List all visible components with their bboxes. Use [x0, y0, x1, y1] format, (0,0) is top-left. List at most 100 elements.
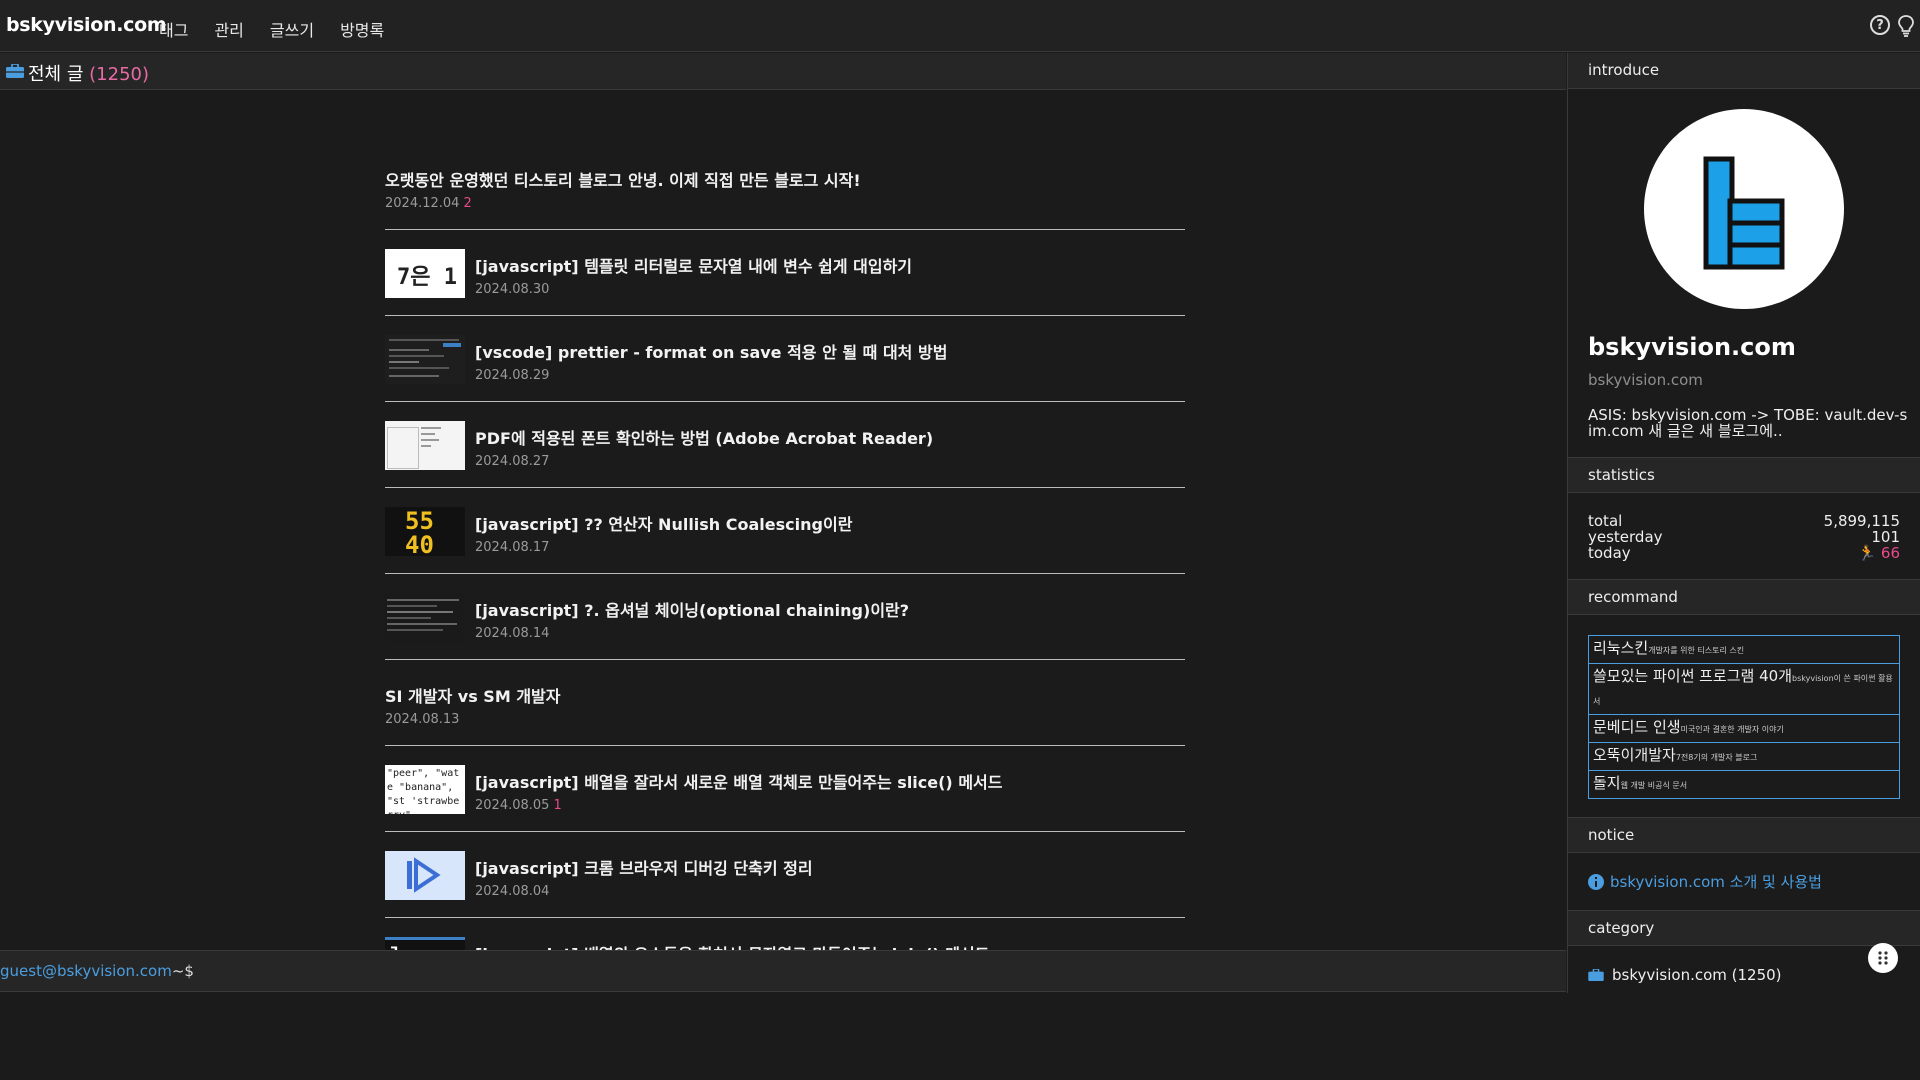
recommand-item-note: 7전8기의 개발자 블로그 [1675, 753, 1758, 762]
profile-name: bskyvision.com [1588, 333, 1796, 361]
recommand-item-note: 미국인과 결혼한 개발자 이야기 [1680, 725, 1784, 734]
stat-today: today 🏃 66 [1568, 545, 1920, 561]
stat-today-value: 66 [1880, 544, 1900, 562]
post-thumbnail[interactable] [385, 851, 465, 900]
statistics-block: total 5,899,115 yesterday 101 today 🏃 66 [1568, 513, 1920, 561]
statistics-heading: statistics [1568, 457, 1920, 493]
post-title[interactable]: 오랫동안 운영했던 티스토리 블로그 안녕. 이제 직접 만든 블로그 시작! [385, 167, 861, 191]
post-thumbnail[interactable]: "peer", "wate "banana", "st 'strawberry"… [385, 765, 465, 814]
blog-logo [1703, 156, 1785, 270]
notice-link-text: bskyvision.com 소개 및 사용법 [1610, 873, 1822, 891]
list-item[interactable]: 55 40 [javascript] ?? 연산자 Nullish Coales… [385, 489, 1185, 574]
list-item[interactable]: [javascript] 크롬 브라우저 디버깅 단축키 정리 2024.08.… [385, 833, 1185, 918]
category-item-label: bskyvision.com (1250) [1612, 966, 1782, 984]
post-date: 2024.08.04 [475, 884, 550, 899]
recommand-item-name: 오뚝이개발자 [1593, 746, 1676, 764]
recommand-item-name: 돌지 [1593, 774, 1621, 792]
stat-yesterday: yesterday 101 [1568, 529, 1920, 545]
list-item[interactable]: 오랫동안 운영했던 티스토리 블로그 안녕. 이제 직접 만든 블로그 시작! … [385, 145, 1185, 230]
recommand-item[interactable]: 문베디드 인생미국인과 결혼한 개발자 이야기 [1589, 715, 1899, 743]
recommand-item[interactable]: 오뚝이개발자7전8기의 개발자 블로그 [1589, 743, 1899, 771]
list-item[interactable]: PDF에 적용된 폰트 확인하는 방법 (Adobe Acrobat Reade… [385, 403, 1185, 488]
menu-dots-button[interactable] [1868, 943, 1898, 973]
notice-heading: notice [1568, 817, 1920, 853]
post-title[interactable]: SI 개발자 vs SM 개발자 [385, 683, 560, 707]
recommand-item-name: 문베디드 인생 [1593, 718, 1681, 736]
post-date: 2024.08.05 [475, 798, 550, 813]
stat-yesterday-value: 101 [1871, 528, 1900, 546]
post-date: 2024.08.17 [475, 540, 550, 555]
nav-write[interactable]: 글쓰기 [270, 17, 314, 41]
avatar [1644, 109, 1844, 309]
category-heading: category [1568, 910, 1920, 946]
top-bar: bskyvision.com 태그 관리 글쓰기 방명록 ? [0, 0, 1920, 52]
lightbulb-icon[interactable] [1898, 15, 1914, 37]
terminal-prompt[interactable]: guest@bskyvision.com~$ [0, 962, 194, 980]
post-title[interactable]: [javascript] ?. 옵셔널 체이닝(optional chainin… [475, 597, 909, 621]
help-icon[interactable]: ? [1870, 15, 1890, 35]
category-item[interactable]: bskyvision.com (1250) [1588, 966, 1920, 984]
list-item[interactable]: SI 개발자 vs SM 개발자 2024.08.13 [385, 661, 1185, 746]
post-title[interactable]: PDF에 적용된 폰트 확인하는 방법 (Adobe Acrobat Reade… [475, 425, 933, 449]
list-item[interactable]: [javascript] ?. 옵셔널 체이닝(optional chainin… [385, 575, 1185, 660]
main-header: 전체 글 (1250) [0, 53, 1566, 90]
recommand-list: 리눅스킨개발자를 위한 티스토리 스킨 쓸모있는 파이썬 프로그램 40개bsk… [1588, 635, 1900, 799]
info-icon [1588, 873, 1604, 890]
post-title[interactable]: [javascript] ?? 연산자 Nullish Coalescing이란 [475, 511, 852, 535]
thumbnail-text: "peer", "wate "banana", "st 'strawberry"… [387, 768, 460, 814]
terminal-user: guest@bskyvision.com [0, 962, 172, 980]
post-date: 2024.08.14 [475, 626, 550, 641]
site-title[interactable]: bskyvision.com [6, 14, 167, 36]
introduce-heading: introduce [1568, 53, 1920, 89]
debugger-resume-icon [407, 857, 441, 893]
stat-total: total 5,899,115 [1568, 513, 1920, 529]
stat-today-label: today [1588, 544, 1631, 562]
top-nav: 태그 관리 글쓰기 방명록 [159, 17, 410, 41]
post-date: 2024.12.04 [385, 196, 460, 211]
post-title[interactable]: [javascript] 크롬 브라우저 디버깅 단축키 정리 [475, 855, 813, 879]
post-title[interactable]: [javascript] 배열을 잘라서 새로운 배열 객체로 만들어주는 sl… [475, 769, 1002, 793]
comment-count: 2 [463, 196, 472, 211]
recommand-item[interactable]: 리눅스킨개발자를 위한 티스토리 스킨 [1589, 636, 1899, 664]
post-thumbnail[interactable] [385, 593, 465, 642]
list-item[interactable]: [vscode] prettier - format on save 적용 안 … [385, 317, 1185, 402]
thumbnail-text: 7은 1 [397, 265, 457, 290]
stat-total-value: 5,899,115 [1823, 512, 1900, 530]
profile-description: ASIS: bskyvision.com -> TOBE: vault.dev-… [1588, 406, 1908, 440]
recommand-item[interactable]: 쓸모있는 파이썬 프로그램 40개bskyvision이 쓴 파이썬 활용서 [1589, 664, 1899, 715]
notice-link[interactable]: bskyvision.com 소개 및 사용법 [1588, 871, 1920, 892]
main-content: 전체 글 (1250) 오랫동안 운영했던 티스토리 블로그 안녕. 이제 직접… [0, 53, 1566, 993]
recommand-item[interactable]: 돌지웹 개발 비공식 문서 [1589, 771, 1899, 798]
post-thumbnail[interactable] [385, 421, 465, 470]
post-date: 2024.08.29 [475, 368, 550, 383]
recommand-item-name: 쓸모있는 파이썬 프로그램 40개 [1593, 667, 1792, 685]
top-icons: ? [1870, 15, 1914, 37]
post-title[interactable]: [vscode] prettier - format on save 적용 안 … [475, 339, 947, 363]
stat-yesterday-label: yesterday [1588, 528, 1663, 546]
post-count: (1250) [89, 64, 149, 85]
running-person-icon: 🏃 [1857, 544, 1877, 562]
post-title[interactable]: [javascript] 템플릿 리터럴로 문자열 내에 변수 쉽게 대입하기 [475, 253, 912, 277]
post-thumbnail[interactable]: 55 40 [385, 507, 465, 556]
page-title-text: 전체 글 [28, 64, 84, 85]
post-date: 2024.08.30 [475, 282, 550, 297]
sidebar: introduce bskyvision.com bskyvision.com … [1567, 53, 1920, 993]
terminal-prompt-symbol: ~$ [171, 962, 194, 980]
post-thumbnail[interactable]: 7은 1 [385, 249, 465, 298]
post-list: 오랫동안 운영했던 티스토리 블로그 안녕. 이제 직접 만든 블로그 시작! … [385, 145, 1185, 1005]
list-item[interactable]: 7은 1 [javascript] 템플릿 리터럴로 문자열 내에 변수 쉽게 … [385, 231, 1185, 316]
nav-manage[interactable]: 관리 [214, 17, 243, 41]
recommand-item-name: 리눅스킨 [1593, 639, 1649, 657]
recommand-item-note: 웹 개발 비공식 문서 [1620, 781, 1688, 790]
terminal-bar[interactable]: guest@bskyvision.com~$ [0, 950, 1566, 992]
list-item[interactable]: "peer", "wate "banana", "st 'strawberry"… [385, 747, 1185, 832]
post-thumbnail[interactable] [385, 335, 465, 384]
nav-guestbook[interactable]: 방명록 [340, 17, 384, 41]
post-date: 2024.08.13 [385, 712, 460, 727]
nav-tags[interactable]: 태그 [159, 17, 188, 41]
thumbnail-text: 55 40 [405, 507, 434, 556]
stat-total-label: total [1588, 512, 1623, 530]
recommand-item-note: 개발자를 위한 티스토리 스킨 [1648, 646, 1745, 655]
comment-count: 1 [553, 798, 562, 813]
briefcase-icon [6, 64, 24, 78]
